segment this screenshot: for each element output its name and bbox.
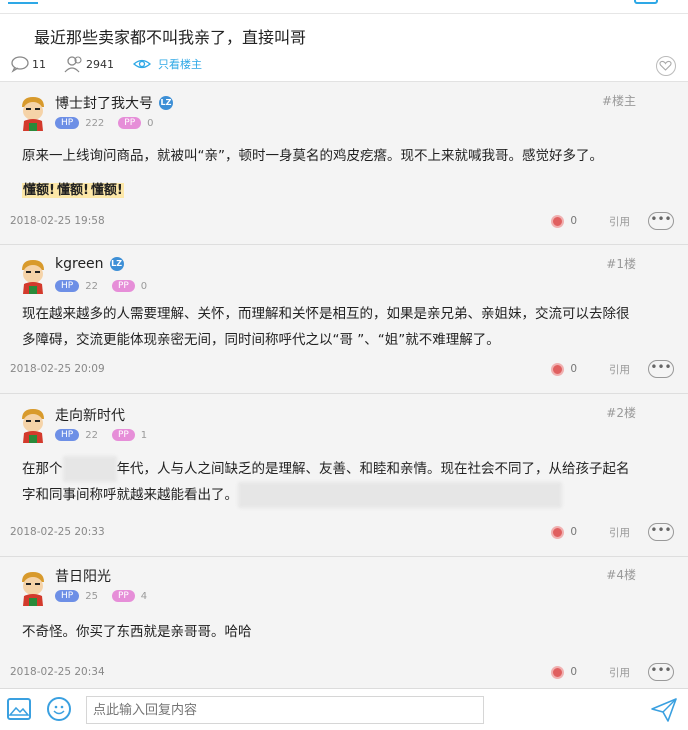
comment-icon [10, 55, 32, 73]
avatar[interactable] [16, 95, 50, 131]
like-count: 0 [570, 215, 577, 227]
lz-badge: LZ [159, 96, 173, 110]
user-badges: HP 22 PP 1 [55, 429, 161, 441]
image-icon[interactable] [7, 698, 31, 720]
like-count: 0 [570, 526, 577, 538]
quote-button[interactable]: 引用 [609, 665, 630, 680]
more-icon[interactable]: ••• [648, 523, 674, 541]
post-content: 原来一上线询问商品，就被叫“亲”，顿时一身莫名的鸡皮疙瘩。现不上来就喊我哥。感觉… [22, 148, 603, 164]
post-date: 2018-02-25 20:09 [10, 363, 105, 375]
pp-badge: PP [111, 590, 135, 602]
content-line: 字和同事间称呼就越来越能看出了。 [22, 482, 674, 508]
post-footer: 2018-02-25 19:58 0 引用 ••• [10, 209, 674, 233]
reply-bar [0, 688, 688, 730]
hp-badge: HP [55, 117, 80, 129]
post-floor: 博士封了我大号 LZ HP 222 PP 0 #楼主 原来一上线询问商品，就被叫… [0, 83, 688, 245]
like-icon[interactable] [551, 214, 565, 228]
post-title: 最近那些卖家都不叫我亲了，直接叫哥 [34, 28, 307, 47]
blurred-text [238, 482, 562, 508]
more-icon[interactable]: ••• [648, 663, 674, 681]
post-floor: 昔日阳光 HP 25 PP 4 #4楼 不奇怪。你买了东西就是亲哥哥。哈哈 20… [0, 558, 688, 688]
hp-value: 25 [85, 590, 98, 602]
reply-input[interactable] [86, 696, 484, 724]
avatar[interactable] [16, 407, 50, 443]
sticker: 懂额! 懂额! 懂额! [22, 183, 124, 198]
nav-title [262, 0, 392, 4]
username[interactable]: 昔日阳光 [55, 566, 111, 586]
post-date: 2018-02-25 20:33 [10, 526, 105, 538]
pp-badge: PP [111, 280, 135, 292]
post-floor: kgreen LZ HP 22 PP 0 #1楼 现在越来越多的人需要理解、关怀… [0, 246, 688, 394]
pp-value: 1 [140, 429, 148, 441]
like-icon[interactable] [551, 525, 565, 539]
like-count: 0 [570, 666, 577, 678]
smile-icon[interactable] [47, 697, 71, 721]
views-icon [64, 55, 86, 73]
post-footer: 2018-02-25 20:09 0 引用 ••• [10, 357, 674, 381]
comment-count: 11 [32, 57, 46, 71]
heart-icon[interactable] [656, 56, 676, 76]
post-date: 2018-02-25 20:34 [10, 666, 105, 678]
post-header: 最近那些卖家都不叫我亲了，直接叫哥 11 2941 只看楼主 [0, 14, 688, 82]
user-badges: HP 25 PP 4 [55, 590, 161, 602]
top-nav-bar [0, 0, 688, 14]
pp-value: 4 [140, 590, 148, 602]
view-count: 2941 [86, 57, 114, 71]
floor-number: #1楼 [606, 257, 636, 271]
username[interactable]: 走向新时代 [55, 405, 125, 425]
avatar[interactable] [16, 570, 50, 606]
owner-only-link[interactable]: 只看楼主 [158, 56, 202, 72]
send-icon[interactable] [650, 697, 678, 723]
eye-icon [132, 55, 154, 73]
pp-badge: PP [111, 429, 135, 441]
quote-button[interactable]: 引用 [609, 214, 630, 229]
hp-badge: HP [55, 590, 80, 602]
username[interactable]: 博士封了我大号 [55, 93, 153, 113]
user-badges: HP 222 PP 0 [55, 117, 168, 129]
floor-number: #2楼 [606, 406, 636, 420]
user-badges: HP 22 PP 0 [55, 280, 161, 292]
blurred-text [62, 456, 117, 482]
lz-badge: LZ [109, 257, 124, 271]
pp-badge: PP [118, 117, 142, 129]
post-footer: 2018-02-25 20:33 0 引用 ••• [10, 520, 674, 544]
post-content: 不奇怪。你买了东西就是亲哥哥。哈哈 [22, 624, 252, 640]
avatar[interactable] [16, 258, 50, 294]
content-line: 在那个 年代，人与人之间缺乏的是理解、友善、和睦和亲情。现在社会不同了，从给孩子… [22, 456, 674, 482]
more-icon[interactable]: ••• [648, 212, 674, 230]
post-floor: 走向新时代 HP 22 PP 1 #2楼 在那个 年代，人与人之间缺乏的是理解、… [0, 395, 688, 557]
pp-value: 0 [140, 280, 148, 292]
hp-value: 22 [85, 280, 98, 292]
like-icon[interactable] [551, 362, 565, 376]
pp-value: 0 [147, 117, 154, 129]
post-date: 2018-02-25 19:58 [10, 215, 105, 227]
hp-value: 222 [85, 117, 105, 129]
post-content: 在那个 年代，人与人之间缺乏的是理解、友善、和睦和亲情。现在社会不同了，从给孩子… [22, 456, 674, 508]
quote-button[interactable]: 引用 [609, 362, 630, 377]
back-icon[interactable] [8, 0, 38, 4]
hp-value: 22 [85, 429, 98, 441]
quote-button[interactable]: 引用 [609, 525, 630, 540]
more-icon[interactable]: ••• [648, 360, 674, 378]
hp-badge: HP [55, 280, 80, 292]
content-line: 现在越来越多的人需要理解、关怀，而理解和关怀是相互的，如果是亲兄弟、亲姐妹，交流… [22, 306, 630, 322]
post-content: 现在越来越多的人需要理解、关怀，而理解和关怀是相互的，如果是亲兄弟、亲姐妹，交流… [22, 301, 674, 353]
content-line: 多障碍，交流更能体现亲密无间，同时间称呼代之以“哥 ”、“姐”就不难理解了。 [22, 332, 500, 348]
post-stats: 11 2941 只看楼主 [10, 54, 202, 74]
username[interactable]: kgreen [55, 256, 104, 272]
floor-number: #楼主 [601, 94, 636, 108]
post-footer: 2018-02-25 20:34 0 引用 ••• [10, 660, 674, 684]
share-icon[interactable] [634, 0, 658, 4]
hp-badge: HP [55, 429, 80, 441]
like-count: 0 [570, 363, 577, 375]
like-icon[interactable] [551, 665, 565, 679]
floor-number: #4楼 [606, 568, 636, 582]
